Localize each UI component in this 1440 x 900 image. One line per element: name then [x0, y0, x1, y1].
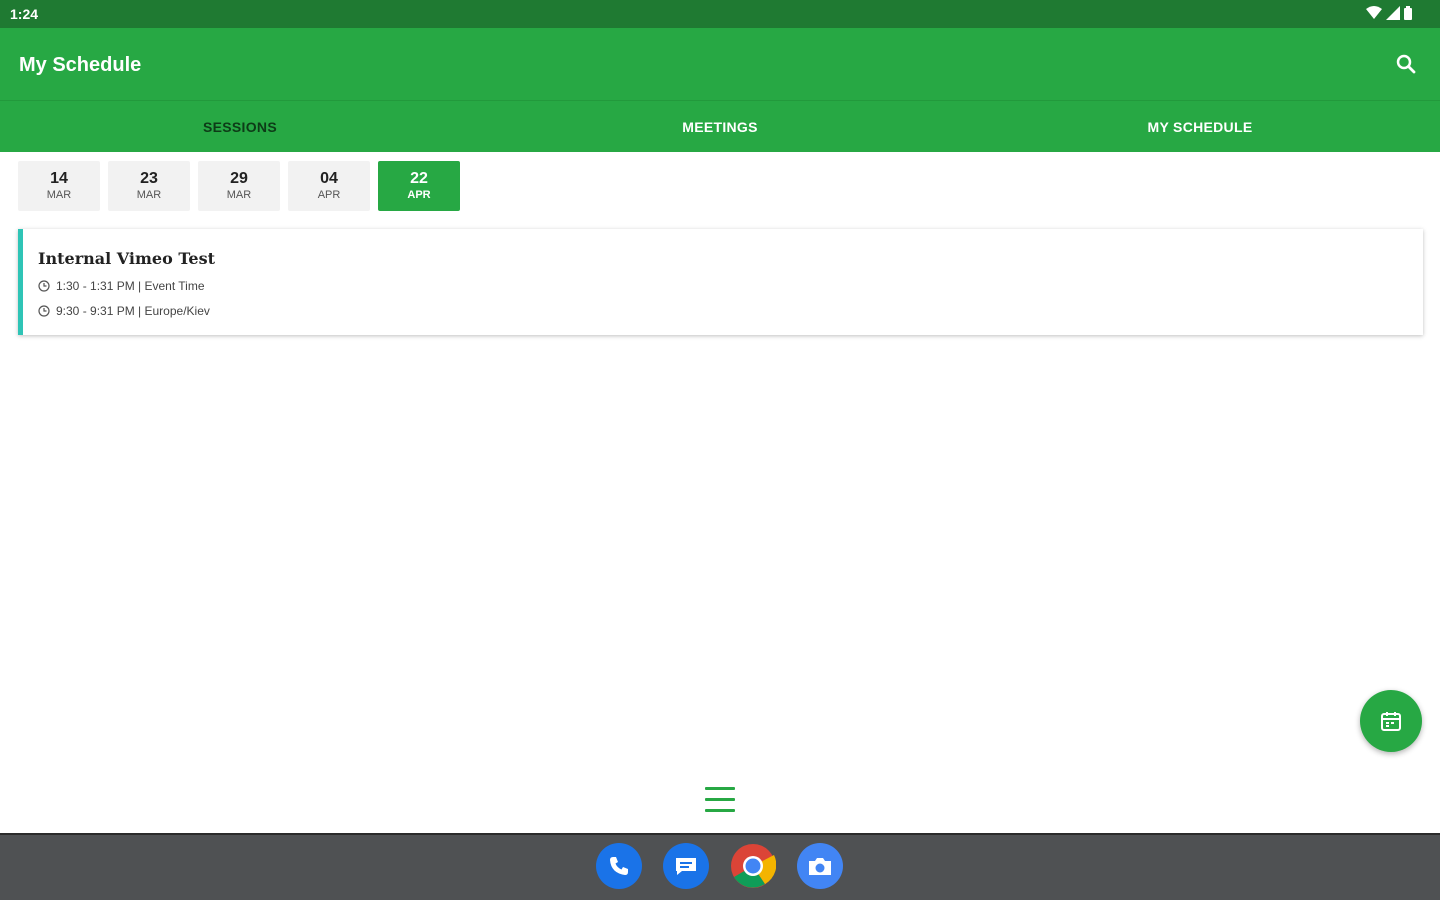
- local-time-row: 9:30 - 9:31 PM | Europe/Kiev: [38, 304, 210, 318]
- date-month: MAR: [136, 189, 162, 201]
- date-chip-04-apr[interactable]: 04 APR: [288, 161, 370, 211]
- tab-my-schedule[interactable]: MY SCHEDULE: [960, 101, 1440, 152]
- local-time-text: 9:30 - 9:31 PM | Europe/Kiev: [56, 304, 210, 318]
- page-title: My Schedule: [19, 54, 142, 76]
- date-chip-29-mar[interactable]: 29 MAR: [198, 161, 280, 211]
- system-icons: [1366, 6, 1412, 20]
- chrome-icon[interactable]: [730, 843, 776, 889]
- camera-icon[interactable]: [797, 843, 843, 889]
- calendar-icon: [1381, 712, 1401, 731]
- session-title: Internal Vimeo Test: [38, 249, 215, 268]
- signal-icon: [1386, 6, 1400, 20]
- date-chip-14-mar[interactable]: 14 MAR: [18, 161, 100, 211]
- battery-icon: [1404, 6, 1412, 20]
- clock-icon: [38, 280, 50, 292]
- wifi-icon: [1366, 6, 1382, 19]
- date-day: 29: [230, 170, 248, 187]
- clock-icon: [38, 305, 50, 317]
- date-chip-22-apr[interactable]: 22 APR: [378, 161, 460, 211]
- hamburger-menu-icon[interactable]: [705, 787, 735, 815]
- event-time-text: 1:30 - 1:31 PM | Event Time: [56, 279, 205, 293]
- messages-icon[interactable]: [663, 843, 709, 889]
- date-month: APR: [317, 189, 341, 201]
- date-month: MAR: [226, 189, 252, 201]
- date-month: APR: [407, 189, 431, 201]
- tab-meetings[interactable]: MEETINGS: [480, 101, 960, 152]
- app-dock: [596, 843, 843, 889]
- tab-bar: SESSIONS MEETINGS MY SCHEDULE: [0, 100, 1440, 152]
- app-bar: My Schedule: [0, 28, 1440, 100]
- calendar-fab-button[interactable]: [1360, 690, 1422, 752]
- phone-icon[interactable]: [596, 843, 642, 889]
- date-day: 14: [50, 170, 68, 187]
- date-day: 23: [140, 170, 158, 187]
- date-day: 04: [320, 170, 338, 187]
- session-card[interactable]: Internal Vimeo Test 1:30 - 1:31 PM | Eve…: [18, 229, 1423, 335]
- event-time-row: 1:30 - 1:31 PM | Event Time: [38, 279, 205, 293]
- status-time: 1:24: [10, 6, 39, 22]
- status-bar: 1:24: [0, 0, 1440, 28]
- date-chip-23-mar[interactable]: 23 MAR: [108, 161, 190, 211]
- tab-sessions[interactable]: SESSIONS: [0, 101, 480, 152]
- date-selector: 14 MAR 23 MAR 29 MAR 04 APR 22 APR: [18, 161, 460, 211]
- search-icon[interactable]: [1394, 52, 1418, 76]
- date-month: MAR: [46, 189, 72, 201]
- date-day: 22: [410, 170, 428, 187]
